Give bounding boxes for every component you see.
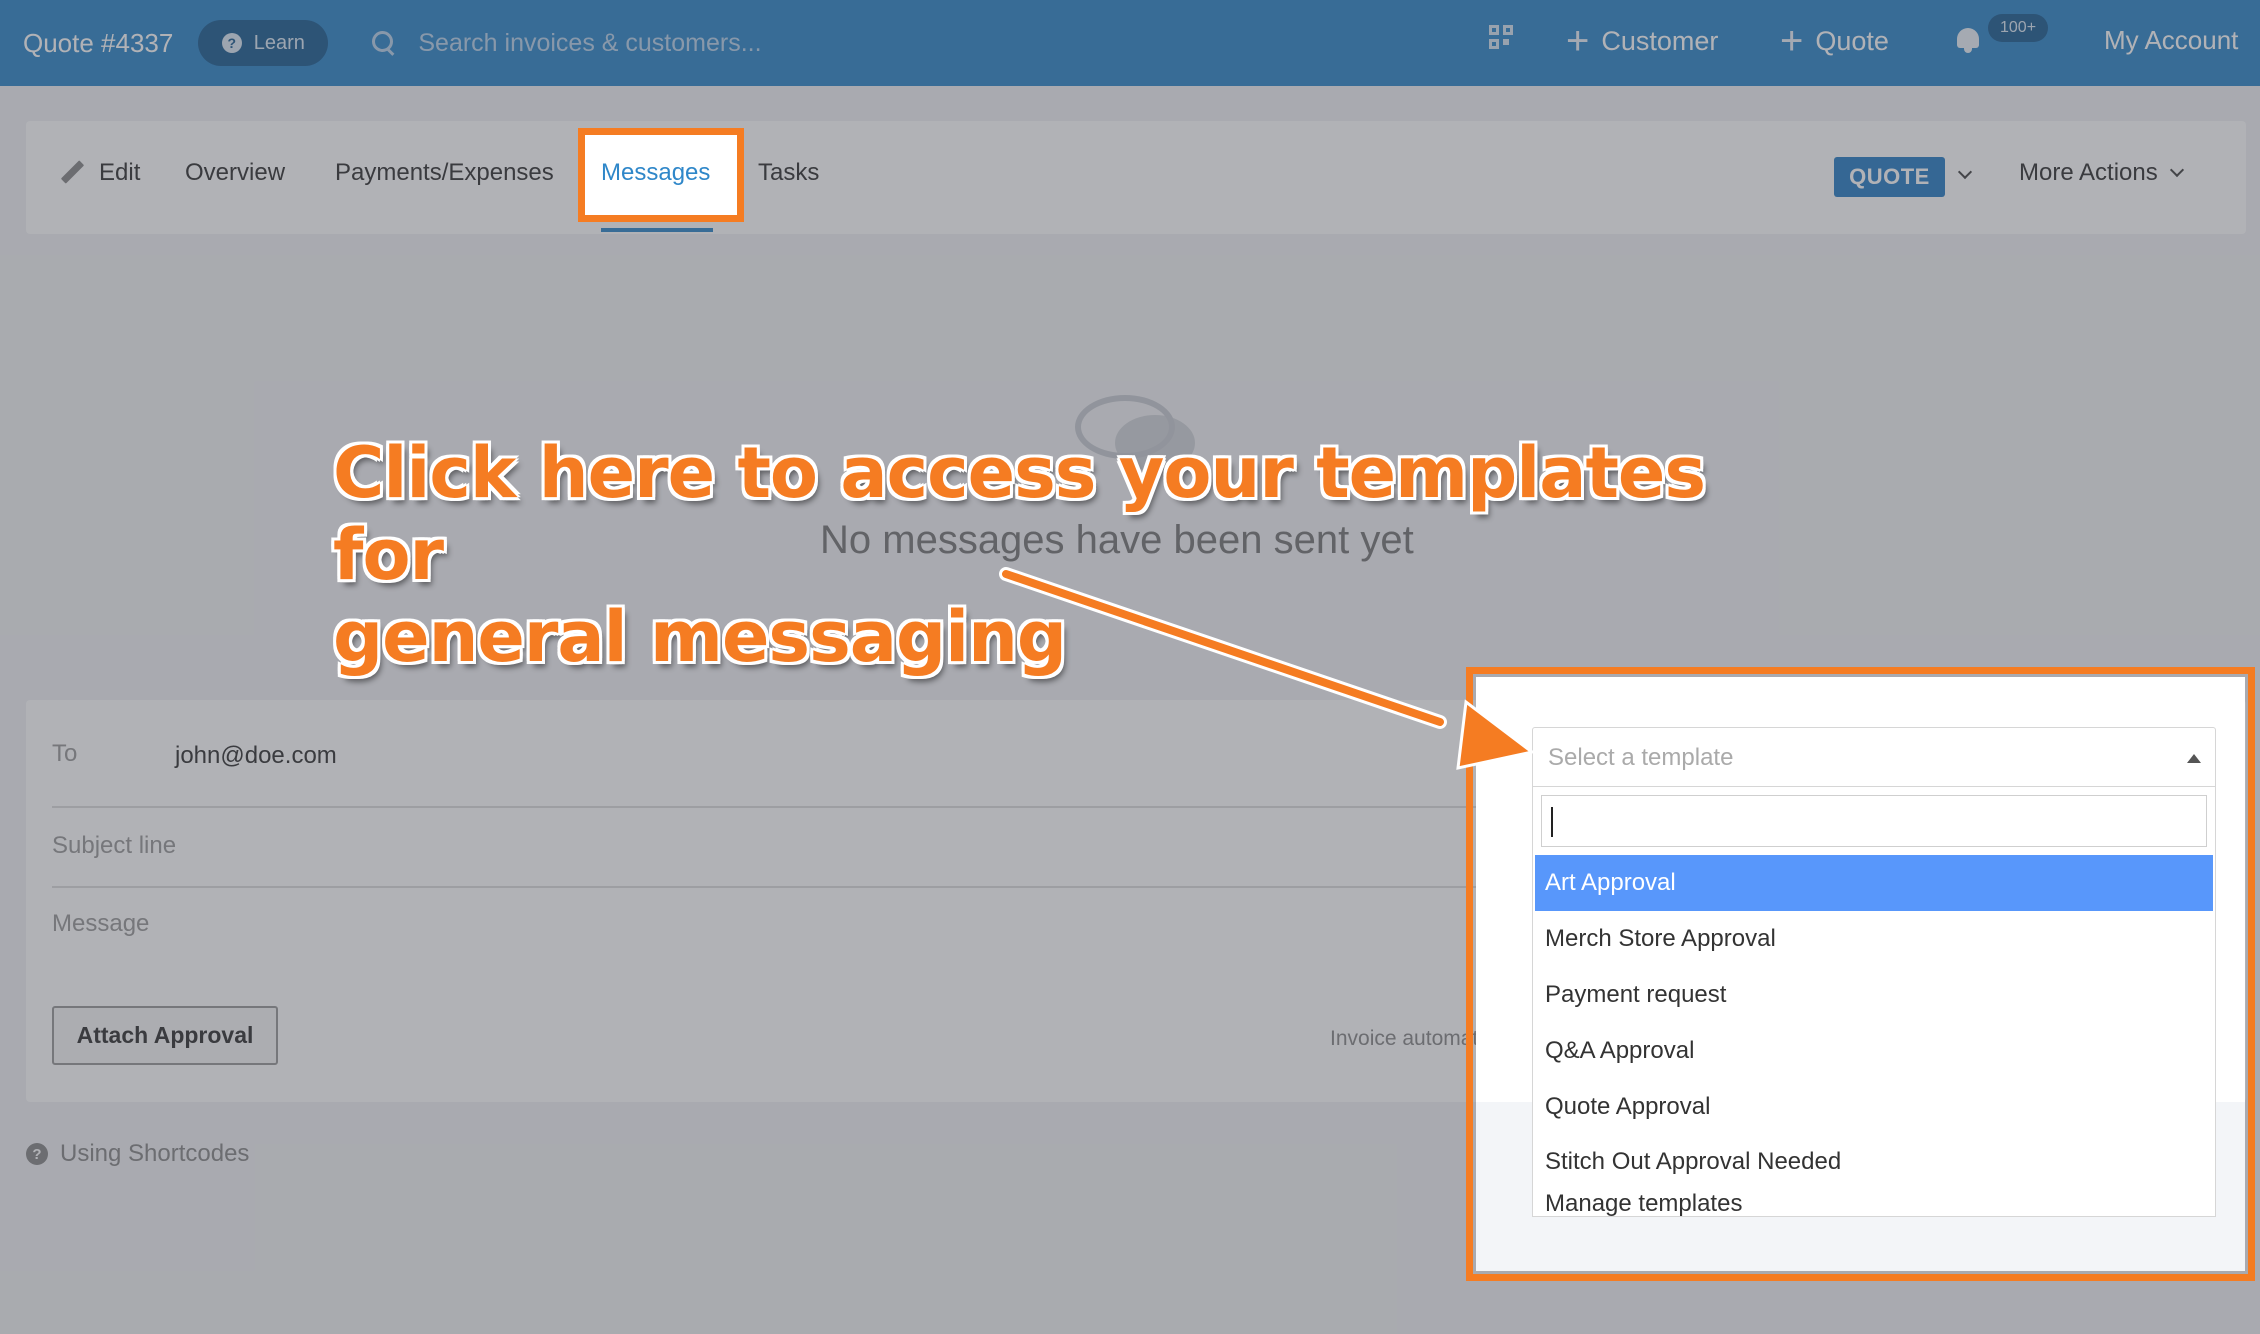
tutorial-callout: Click here to access your templates for … [333, 432, 1706, 678]
template-panel-highlight [1466, 667, 2255, 1281]
messages-tab-highlight [578, 128, 744, 222]
